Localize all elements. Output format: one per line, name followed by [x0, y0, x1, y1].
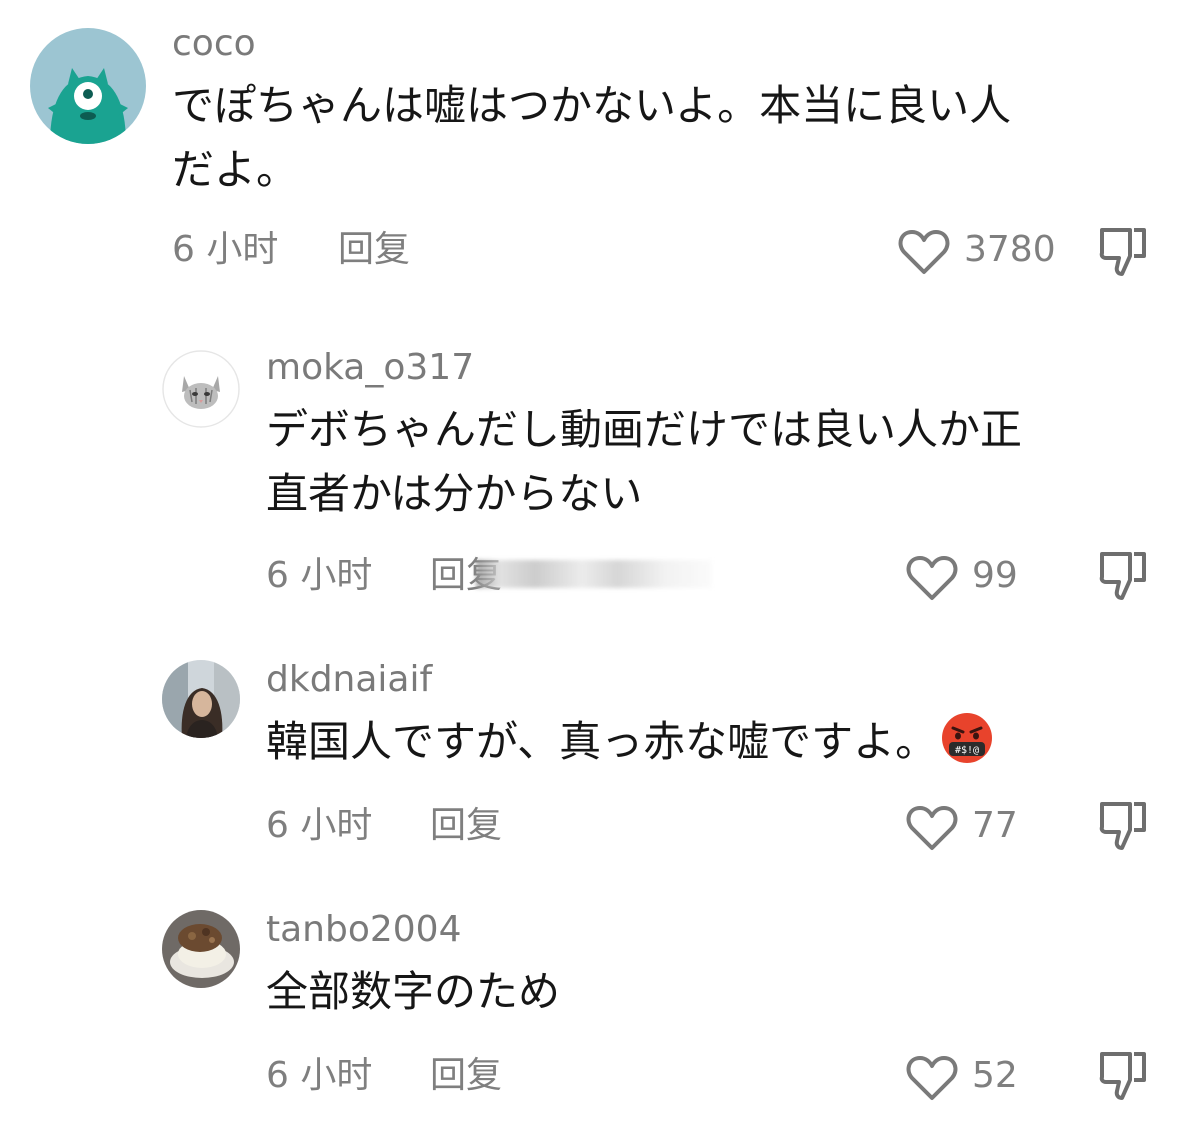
comment-text: 直者かは分からない	[266, 469, 643, 518]
comment-item: coco でぽちゃんは嘘はつかないよ。本当に良い人 だよ。 6 小时 回复 37…	[0, 0, 1191, 300]
food-photo-avatar-icon	[162, 910, 240, 988]
like-count: 77	[972, 805, 1018, 846]
username[interactable]: dkdnaiaif	[266, 660, 432, 700]
avatar[interactable]	[162, 910, 240, 988]
heart-outline-icon[interactable]	[906, 554, 958, 602]
comment-text: 韓国人ですが、真っ赤な嘘ですよ。 #$!@	[266, 710, 993, 774]
thumbs-down-icon[interactable]	[1098, 1050, 1148, 1102]
comment-text: でぽちゃんは嘘はつかないよ。本当に良い人	[172, 81, 1012, 130]
username[interactable]: moka_o317	[266, 348, 474, 388]
comment-item: tanbo2004 全部数字のため 6 小时 回复 52	[0, 890, 1191, 1130]
comment-text: デボちゃんだし動画だけでは良い人か正	[266, 405, 1023, 454]
comment-text: 全部数字のため	[266, 967, 561, 1016]
avatar[interactable]	[30, 28, 146, 144]
reply-button[interactable]: 回复	[430, 1056, 502, 1096]
like-count: 99	[972, 555, 1018, 596]
timestamp: 6 小时	[172, 229, 279, 270]
angry-cursing-face-emoji-icon: #$!@	[942, 713, 993, 763]
teal-monster-avatar-icon	[30, 28, 146, 144]
heart-outline-icon[interactable]	[906, 804, 958, 852]
girl-photo-avatar-icon	[162, 660, 240, 738]
comment-text: だよ。	[172, 145, 299, 194]
timestamp: 6 小时	[266, 1055, 373, 1096]
like-count: 3780	[964, 229, 1056, 270]
comment-item: dkdnaiaif 韓国人ですが、真っ赤な嘘ですよ。 #$!@ 6 小时 回复 …	[0, 640, 1191, 880]
blur-overlay	[476, 560, 712, 588]
thumbs-down-icon[interactable]	[1098, 800, 1148, 852]
timestamp: 6 小时	[266, 555, 373, 596]
timestamp: 6 小时	[266, 805, 373, 846]
comment-text-content: 韓国人ですが、真っ赤な嘘ですよ。	[266, 717, 938, 766]
like-count: 52	[972, 1055, 1018, 1096]
username[interactable]: coco	[172, 24, 256, 64]
heart-outline-icon[interactable]	[898, 228, 950, 276]
reply-button[interactable]: 回复	[338, 230, 410, 270]
thumbs-down-icon[interactable]	[1098, 550, 1148, 602]
comment-item: moka_o317 デボちゃんだし動画だけでは良い人か正 直者かは分からない 6…	[0, 320, 1191, 620]
username[interactable]: tanbo2004	[266, 910, 462, 950]
avatar[interactable]	[162, 660, 240, 738]
cat-avatar-icon	[162, 350, 240, 428]
thumbs-down-icon[interactable]	[1098, 226, 1148, 278]
svg-text:#$!@: #$!@	[955, 745, 979, 756]
avatar[interactable]	[162, 350, 240, 428]
heart-outline-icon[interactable]	[906, 1054, 958, 1102]
reply-button[interactable]: 回复	[430, 806, 502, 846]
